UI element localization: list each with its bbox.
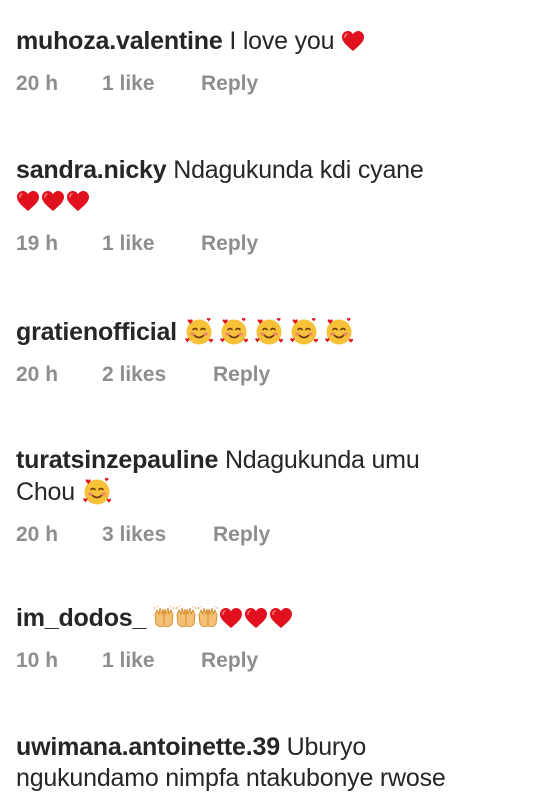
comment-username[interactable]: turatsinzepauline [16,446,218,474]
red-heart-emoji-icon [244,607,268,629]
red-heart-emoji-icon [219,607,243,629]
comment-body: muhoza.valentine I love you [16,26,526,57]
comment-timestamp: 20 h [16,72,59,95]
comment-text: I love you [229,27,335,55]
comment-likes-link[interactable]: 2 likes [102,362,213,388]
comment-timestamp: 10 h [16,649,59,672]
comment-text-line-1: Ndagukunda umu [224,446,420,474]
smiling-face-with-hearts-emoji-icon [219,316,249,346]
comment-username[interactable]: uwimana.antoinette.39 [16,733,280,761]
comment-item: gratienofficial 20 h 2 likes Reply [16,316,526,388]
red-heart-emoji-icon [41,190,65,212]
comment-body: im_dodos_ [16,603,526,634]
reply-button[interactable]: Reply [213,522,270,548]
smiling-face-with-hearts-emoji-icon [184,316,214,346]
comment-likes-link[interactable]: 3 likes [102,522,213,548]
reply-button[interactable]: Reply [213,362,270,388]
comment-username[interactable]: im_dodos_ [16,604,146,632]
reply-button[interactable]: Reply [201,648,258,674]
comment-username[interactable]: gratienofficial [16,318,177,346]
comment-likes-link[interactable]: 1 like [102,648,201,674]
comment-username[interactable]: sandra.nicky [16,156,167,184]
comment-meta: 20 h 1 like Reply [16,71,526,97]
red-heart-emoji-icon [341,30,365,52]
comment-meta: 19 h 1 like Reply [16,231,526,257]
red-heart-emoji-icon [16,190,40,212]
comment-timestamp: 19 h [16,232,59,255]
comment-body: uwimana.antoinette.39 Uburyo ngukundamo … [16,732,526,794]
reply-button[interactable]: Reply [201,231,258,257]
comment-body: sandra.nicky Ndagukunda kdi cyane [16,155,526,217]
comment-likes-link[interactable]: 1 like [102,231,201,257]
comment-likes-link[interactable]: 1 like [102,71,201,97]
comment-timestamp: 20 h [16,523,59,546]
reply-button[interactable]: Reply [201,71,258,97]
red-heart-emoji-icon [269,607,293,629]
comment-item: muhoza.valentine I love you 20 h 1 like Re… [16,26,526,97]
comment-text-line-2: ngukundamo nimpfa ntakubonye rwose [16,764,446,792]
comment-item: uwimana.antoinette.39 Uburyo ngukundamo … [16,732,526,794]
comment-body: turatsinzepauline Ndagukunda umu Chou [16,445,526,508]
comment-meta: 10 h 1 like Reply [16,648,526,674]
red-heart-emoji-icon [66,190,90,212]
comment-meta: 20 h 3 likes Reply [16,522,526,548]
comment-timestamp: 20 h [16,363,59,386]
smiling-face-with-hearts-emoji-icon [82,476,112,506]
raising-hands-emoji-icon [197,606,219,630]
comment-text-line-2: Chou [16,478,75,506]
comment-item: turatsinzepauline Ndagukunda umu Chou 20… [16,445,526,548]
raising-hands-emoji-icon [175,606,197,630]
raising-hands-emoji-icon [153,606,175,630]
comment-body: gratienofficial [16,316,526,348]
smiling-face-with-hearts-emoji-icon [324,316,354,346]
comment-meta: 20 h 2 likes Reply [16,362,526,388]
comment-username[interactable]: muhoza.valentine [16,27,223,55]
smiling-face-with-hearts-emoji-icon [254,316,284,346]
comment-item: im_dodos_ 10 h 1 like Reply [16,603,526,674]
comment-text: Ndagukunda kdi cyane [173,156,424,184]
smiling-face-with-hearts-emoji-icon [289,316,319,346]
comment-text-line-1: Uburyo [286,733,367,761]
comment-item: sandra.nicky Ndagukunda kdi cyane 19 h 1 … [16,155,526,257]
comments-list: muhoza.valentine I love you 20 h1 like Re… [0,0,534,802]
